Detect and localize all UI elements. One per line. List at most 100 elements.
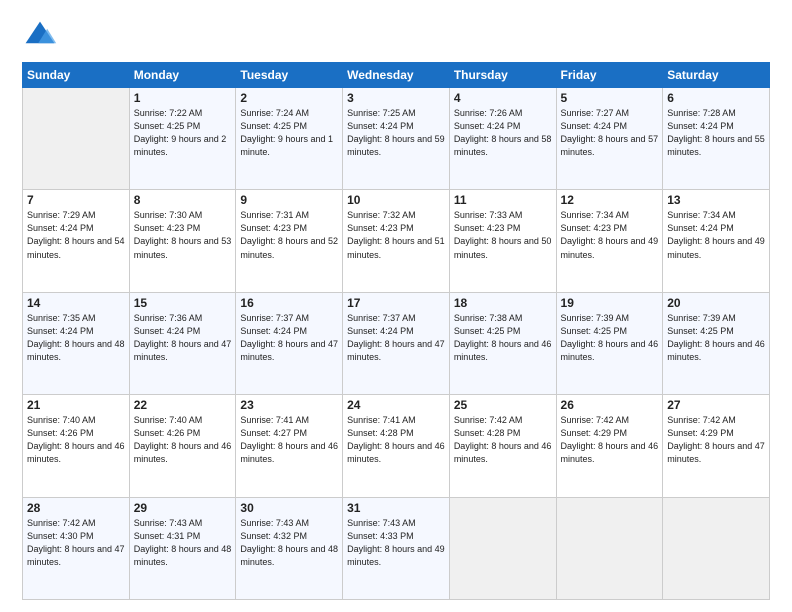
day-info: Sunrise: 7:37 AMSunset: 4:24 PMDaylight:… xyxy=(347,312,445,364)
day-number: 18 xyxy=(454,296,552,310)
day-number: 8 xyxy=(134,193,232,207)
calendar-cell xyxy=(23,88,130,190)
day-number: 19 xyxy=(561,296,659,310)
calendar-cell: 4 Sunrise: 7:26 AMSunset: 4:24 PMDaylight… xyxy=(449,88,556,190)
day-number: 7 xyxy=(27,193,125,207)
day-number: 14 xyxy=(27,296,125,310)
logo xyxy=(22,18,62,54)
calendar-cell xyxy=(449,497,556,599)
day-header-tuesday: Tuesday xyxy=(236,63,343,88)
day-number: 15 xyxy=(134,296,232,310)
day-number: 30 xyxy=(240,501,338,515)
day-number: 17 xyxy=(347,296,445,310)
day-number: 2 xyxy=(240,91,338,105)
calendar-cell: 28 Sunrise: 7:42 AMSunset: 4:30 PMDayligh… xyxy=(23,497,130,599)
day-number: 28 xyxy=(27,501,125,515)
day-info: Sunrise: 7:42 AMSunset: 4:29 PMDaylight:… xyxy=(561,414,659,466)
calendar-week-1: 1Sunrise: 7:22 AMSunset: 4:25 PMDaylight… xyxy=(23,88,770,190)
day-header-monday: Monday xyxy=(129,63,236,88)
calendar-cell: 3 Sunrise: 7:25 AMSunset: 4:24 PMDaylight… xyxy=(343,88,450,190)
calendar-cell: 2 Sunrise: 7:24 AMSunset: 4:25 PMDaylight… xyxy=(236,88,343,190)
day-info: Sunrise: 7:42 AMSunset: 4:30 PMDaylight:… xyxy=(27,517,125,569)
day-info: Sunrise: 7:42 AMSunset: 4:28 PMDaylight:… xyxy=(454,414,552,466)
day-info: Sunrise: 7:26 AMSunset: 4:24 PMDaylight:… xyxy=(454,107,552,159)
day-info: Sunrise: 7:37 AMSunset: 4:24 PMDaylight:… xyxy=(240,312,338,364)
calendar-cell: 31 Sunrise: 7:43 AMSunset: 4:33 PMDayligh… xyxy=(343,497,450,599)
calendar-week-4: 21 Sunrise: 7:40 AMSunset: 4:26 PMDayligh… xyxy=(23,395,770,497)
calendar-cell: 24 Sunrise: 7:41 AMSunset: 4:28 PMDayligh… xyxy=(343,395,450,497)
logo-icon xyxy=(22,18,58,54)
day-header-sunday: Sunday xyxy=(23,63,130,88)
day-info: Sunrise: 7:22 AMSunset: 4:25 PMDaylight:… xyxy=(134,107,232,159)
day-info: Sunrise: 7:32 AMSunset: 4:23 PMDaylight:… xyxy=(347,209,445,261)
calendar-cell: 17 Sunrise: 7:37 AMSunset: 4:24 PMDayligh… xyxy=(343,292,450,394)
calendar-cell: 5Sunrise: 7:27 AMSunset: 4:24 PMDaylight… xyxy=(556,88,663,190)
day-number: 11 xyxy=(454,193,552,207)
day-number: 20 xyxy=(667,296,765,310)
day-info: Sunrise: 7:41 AMSunset: 4:28 PMDaylight:… xyxy=(347,414,445,466)
day-number: 13 xyxy=(667,193,765,207)
calendar-cell: 25 Sunrise: 7:42 AMSunset: 4:28 PMDayligh… xyxy=(449,395,556,497)
day-number: 4 xyxy=(454,91,552,105)
calendar-cell: 6 Sunrise: 7:28 AMSunset: 4:24 PMDaylight… xyxy=(663,88,770,190)
day-info: Sunrise: 7:24 AMSunset: 4:25 PMDaylight:… xyxy=(240,107,338,159)
calendar-cell: 21 Sunrise: 7:40 AMSunset: 4:26 PMDayligh… xyxy=(23,395,130,497)
calendar-week-3: 14 Sunrise: 7:35 AMSunset: 4:24 PMDayligh… xyxy=(23,292,770,394)
day-number: 26 xyxy=(561,398,659,412)
day-header-thursday: Thursday xyxy=(449,63,556,88)
day-info: Sunrise: 7:31 AMSunset: 4:23 PMDaylight:… xyxy=(240,209,338,261)
day-number: 24 xyxy=(347,398,445,412)
calendar-cell: 18 Sunrise: 7:38 AMSunset: 4:25 PMDayligh… xyxy=(449,292,556,394)
calendar-cell: 27Sunrise: 7:42 AMSunset: 4:29 PMDayligh… xyxy=(663,395,770,497)
calendar-cell: 23 Sunrise: 7:41 AMSunset: 4:27 PMDayligh… xyxy=(236,395,343,497)
calendar-cell: 26 Sunrise: 7:42 AMSunset: 4:29 PMDayligh… xyxy=(556,395,663,497)
day-number: 21 xyxy=(27,398,125,412)
day-info: Sunrise: 7:40 AMSunset: 4:26 PMDaylight:… xyxy=(134,414,232,466)
day-info: Sunrise: 7:40 AMSunset: 4:26 PMDaylight:… xyxy=(27,414,125,466)
day-info: Sunrise: 7:35 AMSunset: 4:24 PMDaylight:… xyxy=(27,312,125,364)
day-number: 6 xyxy=(667,91,765,105)
day-info: Sunrise: 7:36 AMSunset: 4:24 PMDaylight:… xyxy=(134,312,232,364)
calendar-cell: 19 Sunrise: 7:39 AMSunset: 4:25 PMDayligh… xyxy=(556,292,663,394)
calendar-cell: 9Sunrise: 7:31 AMSunset: 4:23 PMDaylight… xyxy=(236,190,343,292)
day-number: 3 xyxy=(347,91,445,105)
calendar-cell: 13 Sunrise: 7:34 AMSunset: 4:24 PMDayligh… xyxy=(663,190,770,292)
day-info: Sunrise: 7:43 AMSunset: 4:33 PMDaylight:… xyxy=(347,517,445,569)
day-number: 31 xyxy=(347,501,445,515)
calendar-cell: 7 Sunrise: 7:29 AMSunset: 4:24 PMDaylight… xyxy=(23,190,130,292)
day-info: Sunrise: 7:38 AMSunset: 4:25 PMDaylight:… xyxy=(454,312,552,364)
calendar-cell: 10 Sunrise: 7:32 AMSunset: 4:23 PMDayligh… xyxy=(343,190,450,292)
day-info: Sunrise: 7:29 AMSunset: 4:24 PMDaylight:… xyxy=(27,209,125,261)
calendar-week-5: 28 Sunrise: 7:42 AMSunset: 4:30 PMDayligh… xyxy=(23,497,770,599)
day-header-saturday: Saturday xyxy=(663,63,770,88)
day-number: 22 xyxy=(134,398,232,412)
day-number: 10 xyxy=(347,193,445,207)
day-number: 23 xyxy=(240,398,338,412)
day-header-friday: Friday xyxy=(556,63,663,88)
page: SundayMondayTuesdayWednesdayThursdayFrid… xyxy=(0,0,792,612)
calendar-cell: 20Sunrise: 7:39 AMSunset: 4:25 PMDayligh… xyxy=(663,292,770,394)
day-info: Sunrise: 7:34 AMSunset: 4:24 PMDaylight:… xyxy=(667,209,765,261)
calendar-cell xyxy=(663,497,770,599)
day-number: 25 xyxy=(454,398,552,412)
day-info: Sunrise: 7:41 AMSunset: 4:27 PMDaylight:… xyxy=(240,414,338,466)
calendar-cell: 12Sunrise: 7:34 AMSunset: 4:23 PMDayligh… xyxy=(556,190,663,292)
calendar-cell: 30Sunrise: 7:43 AMSunset: 4:32 PMDayligh… xyxy=(236,497,343,599)
calendar-cell: 22 Sunrise: 7:40 AMSunset: 4:26 PMDayligh… xyxy=(129,395,236,497)
day-info: Sunrise: 7:34 AMSunset: 4:23 PMDaylight:… xyxy=(561,209,659,261)
calendar-cell: 16 Sunrise: 7:37 AMSunset: 4:24 PMDayligh… xyxy=(236,292,343,394)
calendar-cell: 29Sunrise: 7:43 AMSunset: 4:31 PMDayligh… xyxy=(129,497,236,599)
day-info: Sunrise: 7:28 AMSunset: 4:24 PMDaylight:… xyxy=(667,107,765,159)
calendar-cell: 11Sunrise: 7:33 AMSunset: 4:23 PMDayligh… xyxy=(449,190,556,292)
calendar-cell xyxy=(556,497,663,599)
header xyxy=(22,18,770,54)
calendar-cell: 8 Sunrise: 7:30 AMSunset: 4:23 PMDaylight… xyxy=(129,190,236,292)
calendar-week-2: 7 Sunrise: 7:29 AMSunset: 4:24 PMDaylight… xyxy=(23,190,770,292)
calendar-header-row: SundayMondayTuesdayWednesdayThursdayFrid… xyxy=(23,63,770,88)
day-header-wednesday: Wednesday xyxy=(343,63,450,88)
day-number: 16 xyxy=(240,296,338,310)
day-info: Sunrise: 7:39 AMSunset: 4:25 PMDaylight:… xyxy=(561,312,659,364)
day-info: Sunrise: 7:25 AMSunset: 4:24 PMDaylight:… xyxy=(347,107,445,159)
day-number: 5 xyxy=(561,91,659,105)
day-info: Sunrise: 7:30 AMSunset: 4:23 PMDaylight:… xyxy=(134,209,232,261)
